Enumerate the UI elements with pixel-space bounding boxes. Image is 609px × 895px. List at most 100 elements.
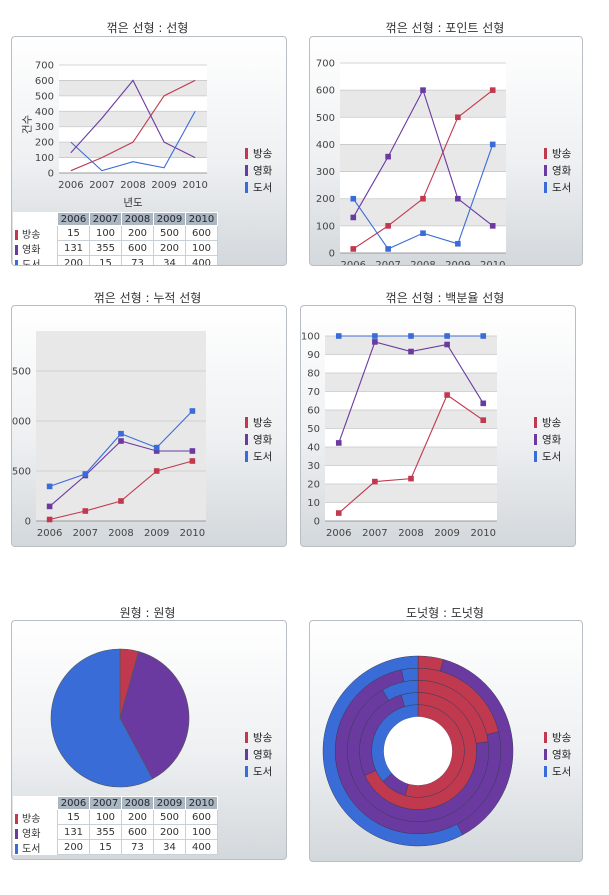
x-tick-label: 2009 (445, 260, 470, 266)
grid-band (325, 447, 497, 466)
data-point-marker (153, 468, 160, 474)
table-header: 2009 (153, 212, 186, 226)
data-point-marker (335, 333, 342, 339)
data-point-marker (480, 333, 487, 339)
table-header: 2006 (57, 212, 90, 226)
grid-band (59, 142, 207, 158)
table-row: 영화 131 355 600 200 100 (13, 240, 218, 256)
y-tick-label: 100 (316, 221, 335, 232)
chart5-data-table: 2006 2007 2008 2009 2010 방송 15 100 200 500 600 영화 13… (13, 796, 218, 855)
table-row: 영화 131 355 600 200 100 (13, 824, 218, 840)
table-cell: 200 (57, 839, 90, 855)
x-tick-label: 2010 (182, 180, 207, 191)
data-point-marker (350, 195, 357, 202)
table-header: 2008 (121, 212, 154, 226)
chart1-panel: 0 100 200 300 400 500 600 700 2006 2007 2008 2009 20… (11, 36, 287, 266)
c2-svg: 0 100 200 300 400 500 600 700 2006 2007 2008 2009 20… (316, 59, 506, 265)
y-tick-label: 400 (316, 140, 335, 151)
table-row-label: 방송 (13, 810, 58, 825)
data-point-marker (480, 417, 487, 423)
table-row-label: 영화 (13, 241, 58, 256)
y-tick-label: 700 (316, 59, 335, 70)
x-tick-label: 2010 (180, 528, 205, 539)
x-tick-label: 2007 (89, 180, 114, 191)
data-point-marker (444, 341, 450, 348)
grid-band (36, 371, 206, 421)
legend-item: 영화 (245, 162, 272, 179)
legend-swatch (544, 148, 547, 159)
data-point-marker (153, 444, 160, 451)
legend-swatch (544, 182, 547, 193)
y-tick-label: 10 (307, 498, 320, 509)
data-point-marker (189, 458, 196, 464)
legend-item: 도서 (245, 448, 272, 465)
legend-item: 도서 (534, 448, 561, 465)
legend-label: 영화 (253, 749, 273, 761)
data-point-marker (335, 440, 342, 446)
legend-label: 도서 (552, 766, 572, 778)
legend-swatch (534, 451, 537, 462)
table-cell: 600 (121, 824, 154, 840)
row-swatch (15, 229, 18, 240)
legend-swatch (245, 165, 248, 176)
data-point-marker (372, 478, 378, 485)
chart1-ylabel: 건수 (21, 114, 34, 135)
legend-item: 방송 (245, 145, 272, 162)
x-tick-label: 2009 (144, 528, 169, 539)
table-header: 2009 (153, 796, 186, 810)
chart4-panel: 0 10 20 30 40 50 60 70 80 90 100 2006 2007 2008 2009 20… (300, 305, 576, 547)
table-cell: 400 (185, 839, 218, 855)
y-tick-label: 100 (301, 332, 320, 343)
table-cell: 15 (57, 225, 90, 241)
y-tick-label: 600 (316, 86, 335, 97)
legend-item: 영화 (544, 746, 571, 763)
x-tick-label: 2007 (362, 528, 387, 539)
chart5-title: 원형 : 원형 (119, 606, 176, 620)
table-header: 2006 (57, 796, 90, 810)
table-cell: 100 (185, 240, 218, 256)
data-point-marker (420, 230, 426, 236)
y-tick-label: 70 (307, 387, 320, 398)
legend-item: 방송 (245, 729, 272, 746)
chart2-panel: 0 100 200 300 400 500 600 700 2006 2007 2008 2009 20… (309, 36, 583, 266)
y-tick-label: 500 (12, 467, 31, 478)
y-tick-label: 300 (35, 122, 54, 133)
chart2-legend: 방송 영화 도서 (544, 145, 571, 196)
legend-item: 방송 (245, 414, 272, 431)
data-point-marker (455, 114, 461, 121)
y-tick-label: 20 (307, 480, 320, 491)
x-tick-label: 2009 (434, 528, 459, 539)
table-cell: 15 (57, 809, 90, 825)
y-tick-label: 40 (307, 443, 320, 454)
donut-hole (383, 716, 453, 786)
chart2-title: 꺾은 선형 : 포인트 선형 (385, 21, 505, 35)
row-label-text: 도서 (22, 843, 41, 855)
data-point-marker (82, 508, 89, 514)
data-point-marker (489, 223, 496, 229)
table-header: 2007 (89, 796, 122, 810)
legend-label: 방송 (552, 148, 572, 160)
legend-swatch (534, 434, 537, 445)
data-point-marker (118, 430, 124, 437)
data-point-marker (489, 141, 496, 148)
data-point-marker (46, 516, 53, 523)
x-tick-label: 2008 (398, 528, 423, 539)
chart3-plot: 0 500 1000 1500 2006 2007 2008 2009 2010 (12, 331, 206, 539)
table-header: 2008 (121, 796, 154, 810)
table-cell: 34 (153, 839, 186, 855)
legend-label: 도서 (253, 766, 273, 778)
data-point-marker (408, 333, 414, 339)
legend-swatch (534, 417, 537, 428)
y-tick-label: 600 (35, 76, 54, 87)
y-tick-label: 30 (307, 461, 320, 472)
legend-label: 도서 (542, 451, 562, 463)
chart6-legend: 방송 영화 도서 (544, 729, 571, 780)
table-cell: 15 (89, 255, 122, 265)
legend-swatch (544, 749, 547, 760)
y-tick-label: 90 (307, 350, 320, 361)
data-point-marker (408, 475, 414, 482)
row-label-text: 방송 (22, 813, 41, 825)
chart4-legend: 방송 영화 도서 (534, 414, 561, 465)
y-tick-label: 80 (307, 369, 320, 380)
table-cell: 600 (185, 809, 218, 825)
